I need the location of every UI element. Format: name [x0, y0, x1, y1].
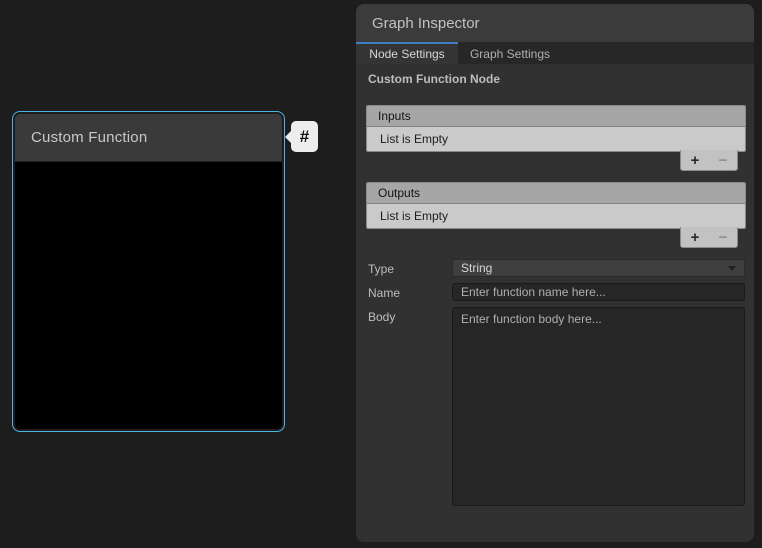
inspector-content: Custom Function Node Inputs List is Empt… — [356, 64, 754, 542]
inputs-empty-row: List is Empty — [367, 127, 745, 151]
node-container: Custom Function — [15, 114, 282, 429]
badge-tail-icon — [285, 131, 291, 143]
tab-bar: Node Settings Graph Settings — [356, 42, 754, 64]
hash-badge-button[interactable]: # — [291, 121, 318, 152]
custom-function-node[interactable]: Custom Function — [12, 111, 285, 432]
outputs-list: Outputs List is Empty + − — [366, 182, 746, 229]
function-body-textarea[interactable] — [452, 307, 745, 506]
hash-icon: # — [300, 127, 309, 147]
name-label: Name — [368, 286, 400, 300]
panel-header[interactable]: Graph Inspector — [356, 4, 754, 42]
outputs-list-header: Outputs — [367, 183, 745, 204]
inputs-list-header: Inputs — [367, 106, 745, 127]
section-title: Custom Function Node — [368, 72, 500, 86]
inputs-add-button[interactable]: + — [687, 153, 704, 168]
node-title: Custom Function — [31, 129, 147, 146]
chevron-down-icon — [728, 266, 736, 271]
inputs-remove-button[interactable]: − — [715, 153, 732, 168]
outputs-list-box: Outputs List is Empty — [366, 182, 746, 229]
body-label: Body — [368, 310, 395, 324]
type-dropdown[interactable]: String — [452, 259, 745, 277]
type-label: Type — [368, 262, 394, 276]
function-name-input[interactable] — [452, 283, 745, 301]
shader-graph-window: Custom Function # Graph Inspector Node S… — [0, 0, 762, 548]
node-preview-body — [15, 162, 282, 429]
type-dropdown-value: String — [461, 261, 728, 275]
graph-inspector-panel: Graph Inspector Node Settings Graph Sett… — [356, 4, 754, 542]
inputs-list-footer: + − — [680, 150, 738, 171]
outputs-add-button[interactable]: + — [687, 230, 704, 245]
inputs-list-box: Inputs List is Empty — [366, 105, 746, 152]
outputs-list-footer: + − — [680, 227, 738, 248]
outputs-remove-button[interactable]: − — [715, 230, 732, 245]
tab-graph-settings[interactable]: Graph Settings — [458, 42, 562, 64]
inputs-list: Inputs List is Empty + − — [366, 105, 746, 152]
outputs-empty-row: List is Empty — [367, 204, 745, 228]
tab-node-settings[interactable]: Node Settings — [356, 42, 458, 64]
node-header[interactable]: Custom Function — [15, 114, 282, 162]
panel-title: Graph Inspector — [372, 15, 480, 32]
